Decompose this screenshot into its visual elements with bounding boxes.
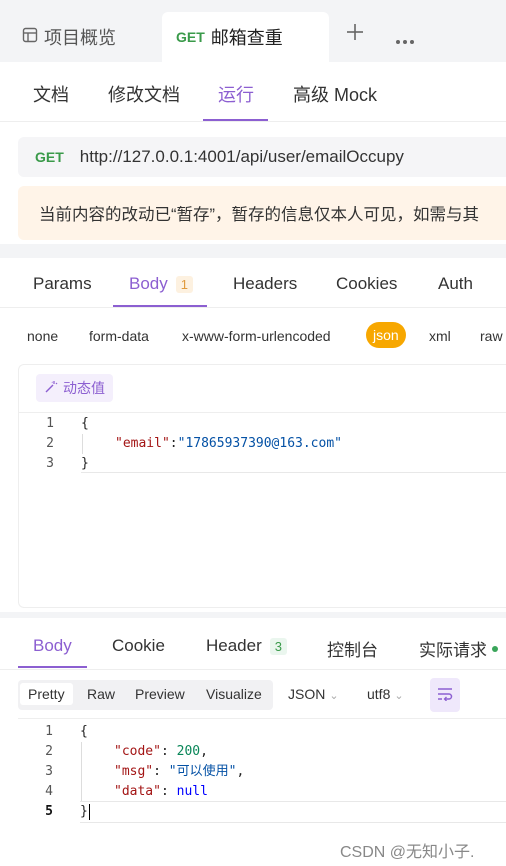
active-tab-indicator	[113, 305, 207, 307]
dynamic-value-button[interactable]: 动态值	[36, 374, 113, 402]
text-cursor	[88, 803, 90, 820]
url-bar[interactable]: GET http://127.0.0.1:4001/api/user/email…	[18, 137, 506, 177]
indent-guide	[82, 434, 83, 454]
line-number: 1	[45, 724, 53, 739]
response-toolbar: Pretty Raw Preview Visualize JSON ⌄ utf8 ⌄	[0, 678, 506, 714]
tab-run[interactable]: 运行	[218, 81, 254, 107]
chevron-down-icon: ⌄	[329, 690, 339, 702]
code-line: {	[80, 724, 88, 739]
view-mode-segmented: Pretty Raw Preview Visualize	[18, 680, 273, 710]
tab-body[interactable]: Body 1	[129, 274, 193, 294]
code-line: "data": null	[114, 784, 208, 799]
doc-tabs: 文档 修改文档 运行 高级 Mock	[0, 62, 506, 122]
tab-edit-docs[interactable]: 修改文档	[108, 81, 180, 107]
url-input[interactable]: http://127.0.0.1:4001/api/user/emailOccu…	[80, 147, 404, 167]
section-divider	[0, 244, 506, 258]
current-line-marker	[80, 822, 506, 823]
mode-preview[interactable]: Preview	[135, 686, 185, 702]
json-value: null	[176, 784, 208, 799]
code-line: "code": 200,	[114, 744, 208, 759]
draft-notice: 当前内容的改动已“暂存”，暂存的信息仅本人可见，如需与其	[18, 186, 506, 240]
code-line: }	[81, 456, 89, 471]
code-line: "msg": "可以使用",	[114, 764, 245, 779]
tab-actual-request[interactable]: 实际请求	[419, 636, 498, 661]
line-number: 2	[46, 436, 54, 451]
json-key: "data"	[114, 784, 161, 799]
tab-auth[interactable]: Auth	[438, 274, 473, 294]
body-type-selector: none form-data x-www-form-urlencoded jso…	[0, 320, 506, 354]
response-tabs: Body Cookie Header 3 控制台 实际请求	[0, 620, 506, 670]
tab-params[interactable]: Params	[33, 274, 92, 294]
editor-divider	[19, 412, 506, 413]
line-number: 5	[45, 804, 53, 819]
response-body-viewer[interactable]: 1 2 3 4 5 { "code": 200, "msg": "可以使用", …	[18, 718, 506, 828]
dynamic-value-label: 动态值	[63, 380, 105, 396]
tab-docs[interactable]: 文档	[33, 81, 69, 107]
line-number: 3	[45, 764, 53, 779]
more-icon[interactable]	[395, 26, 415, 52]
format-select[interactable]: JSON ⌄	[288, 686, 339, 702]
count-badge: 1	[175, 275, 193, 293]
tab-project-overview[interactable]: 项目概览	[22, 14, 116, 60]
body-type-urlencoded[interactable]: x-www-form-urlencoded	[182, 328, 331, 344]
json-value: "可以使用"	[168, 764, 237, 779]
code-line: "email":"17865937390@163.com"	[115, 436, 342, 451]
tab-response-body[interactable]: Body	[33, 636, 72, 656]
tab-label: 实际请求	[419, 641, 487, 660]
plus-icon[interactable]	[345, 22, 365, 48]
line-number: 2	[45, 744, 53, 759]
request-tabs: Params Body 1 Headers Cookies Auth	[0, 258, 506, 308]
section-divider	[0, 612, 506, 618]
method-badge: GET	[176, 29, 205, 45]
json-value: "17865937390@163.com"	[177, 436, 342, 451]
json-value: 200	[176, 744, 201, 759]
current-line-marker	[80, 801, 506, 802]
mode-raw[interactable]: Raw	[87, 686, 115, 702]
request-body-editor[interactable]: 动态值 1 2 3 { "email":"17865937390@163.com…	[18, 364, 506, 608]
json-key: "code"	[114, 744, 161, 759]
active-tab-indicator	[18, 666, 87, 668]
body-type-xml[interactable]: xml	[429, 328, 451, 344]
wrap-icon	[437, 687, 453, 704]
tab-advanced-mock[interactable]: 高级 Mock	[293, 81, 377, 107]
line-number: 1	[46, 416, 54, 431]
tab-label: 项目概览	[44, 28, 116, 48]
tab-response-cookie[interactable]: Cookie	[112, 636, 165, 656]
chevron-down-icon: ⌄	[394, 690, 404, 702]
encoding-select[interactable]: utf8 ⌄	[367, 686, 404, 702]
layout-icon	[22, 27, 38, 48]
tab-headers[interactable]: Headers	[233, 274, 297, 294]
status-dot	[492, 645, 498, 652]
active-tab-indicator	[203, 119, 268, 121]
mode-visualize[interactable]: Visualize	[206, 686, 262, 702]
word-wrap-button[interactable]	[430, 678, 460, 712]
json-key: "msg"	[114, 764, 154, 779]
current-line-marker	[81, 472, 506, 473]
body-type-raw[interactable]: raw	[480, 328, 503, 344]
method-label[interactable]: GET	[35, 149, 64, 165]
top-tab-strip: 项目概览 GET 邮箱查重	[0, 0, 506, 62]
line-number: 4	[45, 784, 53, 799]
tab-label: 邮箱查重	[210, 28, 283, 48]
code-line: {	[81, 416, 89, 431]
mode-pretty[interactable]: Pretty	[20, 683, 73, 705]
tab-label: Body	[129, 274, 168, 293]
watermark: CSDN @无知小子.	[340, 844, 475, 861]
tab-response-header[interactable]: Header 3	[206, 636, 287, 656]
line-number: 3	[46, 456, 54, 471]
body-type-form-data[interactable]: form-data	[89, 328, 149, 344]
body-type-none[interactable]: none	[27, 328, 58, 344]
count-badge: 3	[269, 637, 287, 655]
tab-email-check[interactable]: GET 邮箱查重	[162, 12, 329, 62]
body-type-json[interactable]: json	[366, 322, 406, 348]
json-key: "email"	[115, 436, 170, 451]
code-line: }	[80, 803, 90, 820]
tab-cookies[interactable]: Cookies	[336, 274, 397, 294]
indent-guide	[81, 742, 82, 802]
tab-label: Header	[206, 636, 262, 655]
tab-console[interactable]: 控制台	[327, 636, 378, 661]
magic-wand-icon	[44, 380, 58, 397]
